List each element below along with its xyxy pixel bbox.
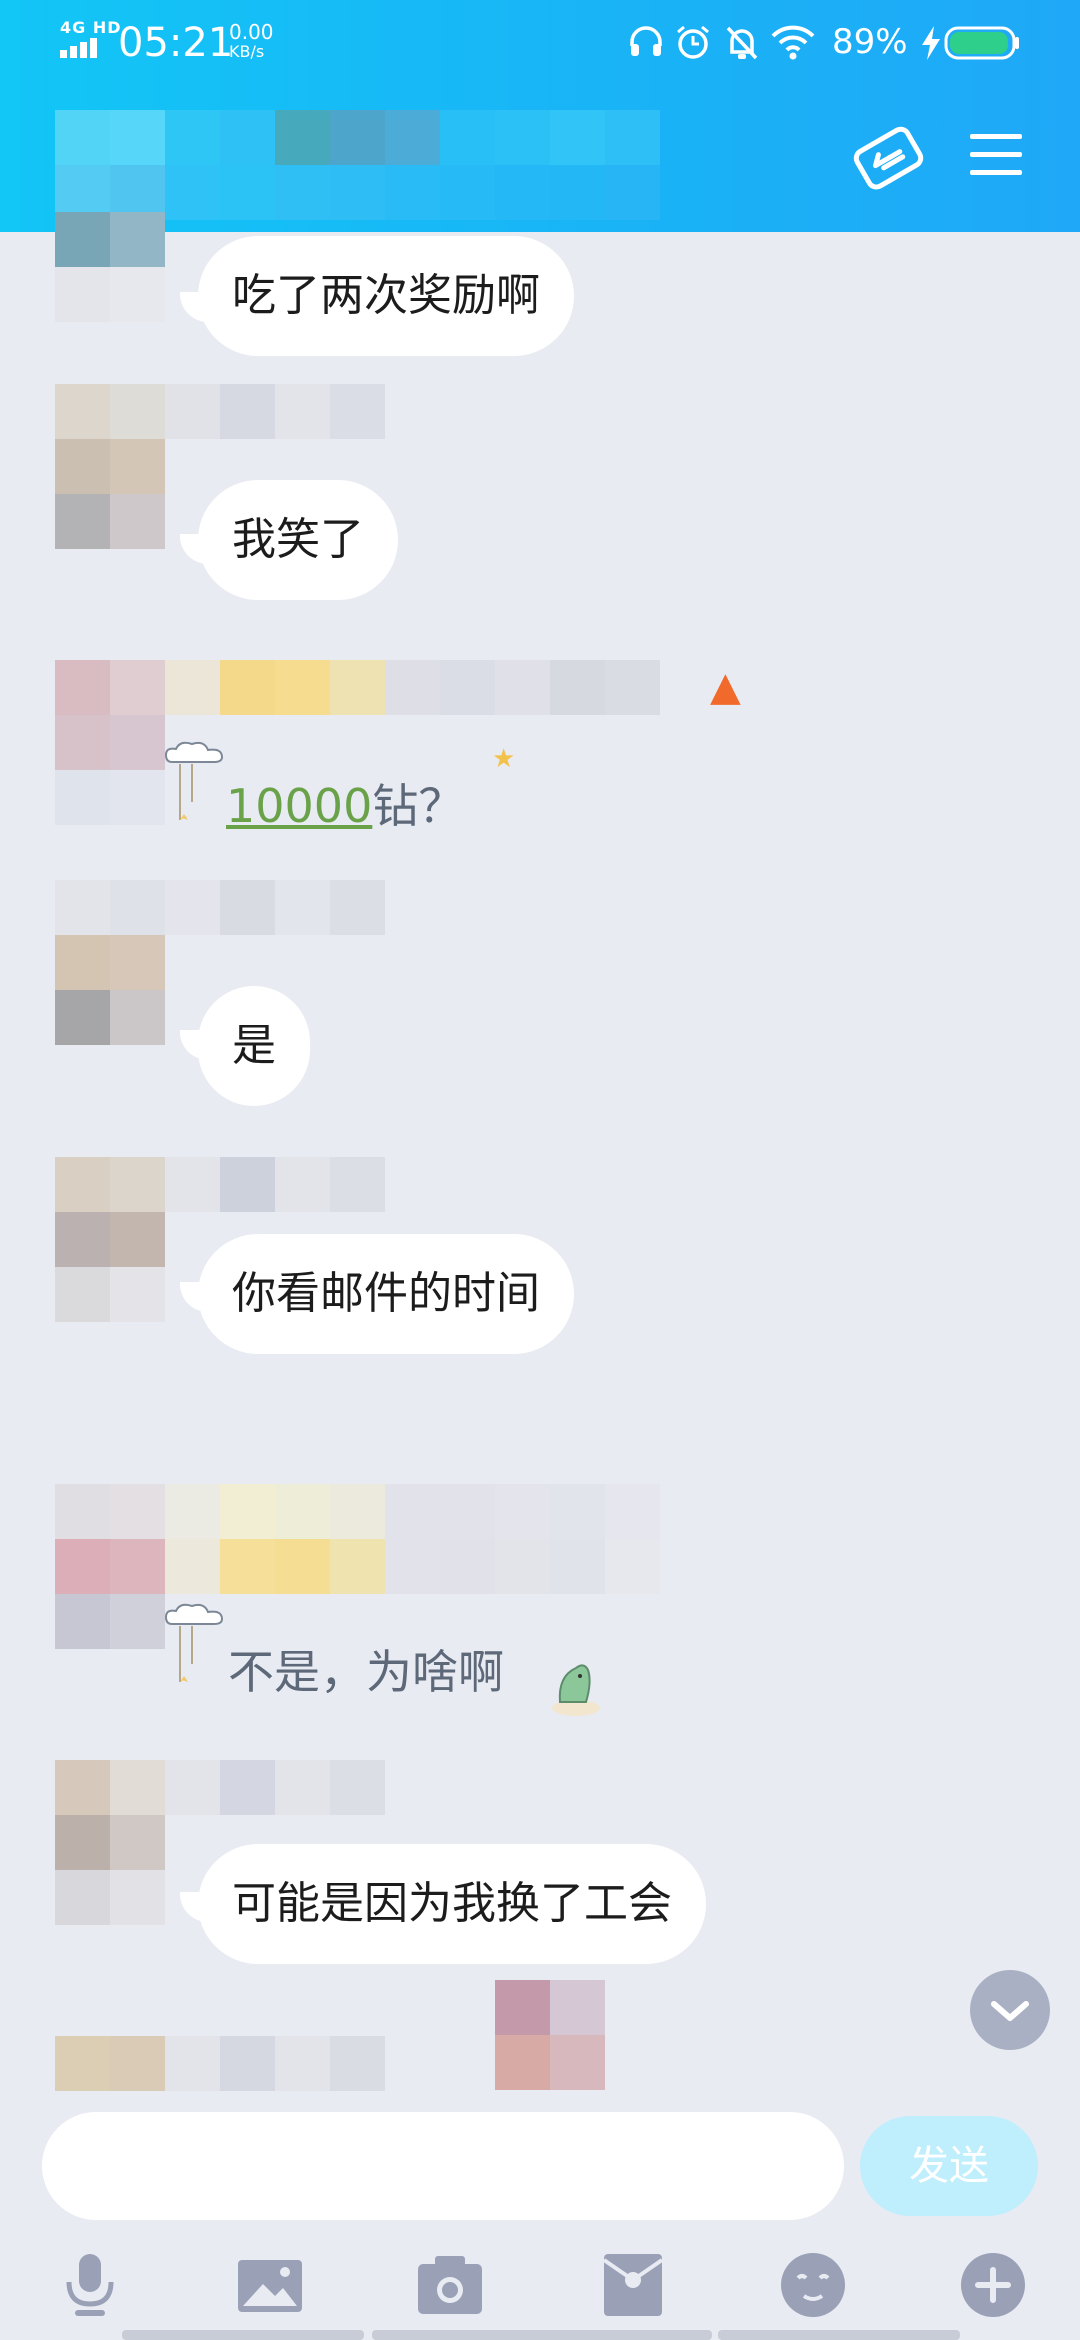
dinosaur-sticker-icon bbox=[552, 1664, 600, 1716]
avatar[interactable] bbox=[55, 715, 165, 825]
plus-icon[interactable] bbox=[958, 2250, 1028, 2320]
network-speed-value: 0.00 bbox=[229, 20, 274, 44]
sender-name-blurred bbox=[55, 880, 385, 935]
chevron-down-icon bbox=[991, 2001, 1029, 2021]
amount-link[interactable]: 10000 bbox=[226, 779, 372, 833]
message-bubble[interactable]: 可能是因为我换了工会 bbox=[198, 1844, 706, 1964]
status-bar: 4G HD 05:21 0.00 KB/s 89% bbox=[0, 0, 1080, 86]
message-text: 是 bbox=[232, 1020, 276, 1071]
battery-icon bbox=[944, 26, 1019, 60]
clock: 05:21 bbox=[118, 20, 234, 66]
sender-name-blurred bbox=[55, 660, 660, 715]
sender-name-blurred bbox=[55, 384, 385, 439]
message-text: 我笑了 bbox=[232, 514, 364, 565]
message-input[interactable] bbox=[42, 2112, 844, 2220]
sender-name-blurred bbox=[55, 1484, 660, 1594]
camera-icon[interactable] bbox=[415, 2250, 485, 2320]
network-speed-unit: KB/s bbox=[229, 42, 265, 61]
message-bubble[interactable]: 吃了两次奖励啊 bbox=[198, 236, 574, 356]
signal-icon bbox=[60, 38, 97, 58]
avatar[interactable] bbox=[55, 1815, 165, 1925]
battery-percent: 89% bbox=[832, 22, 908, 62]
cloud-icon bbox=[164, 1603, 224, 1682]
message-bubble[interactable]: 10000钻？ bbox=[226, 770, 464, 836]
message-bubble[interactable]: 是 bbox=[198, 986, 310, 1106]
message-bubble[interactable]: 不是，为啥啊 bbox=[228, 1636, 504, 1702]
message-bubble[interactable]: 我笑了 bbox=[198, 480, 398, 600]
nav-bar-segment bbox=[122, 2330, 364, 2340]
chat-header: 4G HD 05:21 0.00 KB/s 89% bbox=[0, 0, 1080, 232]
message-text: 可能是因为我换了工会 bbox=[232, 1878, 672, 1929]
message-text: 吃了两次奖励啊 bbox=[232, 270, 540, 321]
sender-name-blurred bbox=[55, 1760, 385, 1815]
scroll-to-bottom-button[interactable] bbox=[970, 1970, 1050, 2050]
avatar[interactable] bbox=[55, 935, 165, 1045]
avatar[interactable] bbox=[55, 212, 165, 322]
image-blurred bbox=[495, 1980, 605, 2090]
sender-name-blurred bbox=[55, 2036, 385, 2091]
send-button[interactable]: 发送 bbox=[860, 2116, 1038, 2216]
network-indicator: 4G HD bbox=[60, 18, 122, 37]
message-text: 钻？ bbox=[372, 779, 465, 833]
cloud-icon bbox=[164, 741, 224, 820]
sender-name-blurred bbox=[55, 1157, 385, 1212]
image-icon[interactable] bbox=[235, 2250, 305, 2320]
avatar[interactable] bbox=[55, 1594, 165, 1649]
nav-bar-segment bbox=[372, 2330, 712, 2340]
red-packet-icon[interactable] bbox=[598, 2250, 668, 2320]
transfer-icon[interactable] bbox=[852, 124, 926, 194]
avatar[interactable] bbox=[55, 1212, 165, 1322]
message-text: 你看邮件的时间 bbox=[232, 1268, 540, 1319]
alarm-icon bbox=[677, 25, 709, 59]
charging-icon bbox=[922, 26, 940, 60]
emoji-icon[interactable] bbox=[778, 2250, 848, 2320]
blurred-chat-title bbox=[55, 110, 660, 220]
microphone-icon[interactable] bbox=[55, 2250, 125, 2320]
avatar[interactable] bbox=[55, 439, 165, 549]
mute-icon bbox=[726, 26, 758, 60]
message-bubble[interactable]: 你看邮件的时间 bbox=[198, 1234, 574, 1354]
wifi-icon bbox=[771, 25, 815, 60]
chat-list[interactable]: 吃了两次奖励啊 我笑了 ▲ 10000钻？ ★ 是 你看邮件的时间 不是，为啥啊… bbox=[0, 212, 1080, 2102]
fire-icon: ▲ bbox=[710, 664, 741, 710]
message-text: 不是，为啥啊 bbox=[228, 1645, 504, 1699]
headphones-icon bbox=[630, 26, 662, 56]
nav-bar-segment bbox=[718, 2330, 960, 2340]
menu-icon[interactable] bbox=[968, 130, 1024, 180]
sparkle-icon: ★ bbox=[492, 744, 516, 774]
